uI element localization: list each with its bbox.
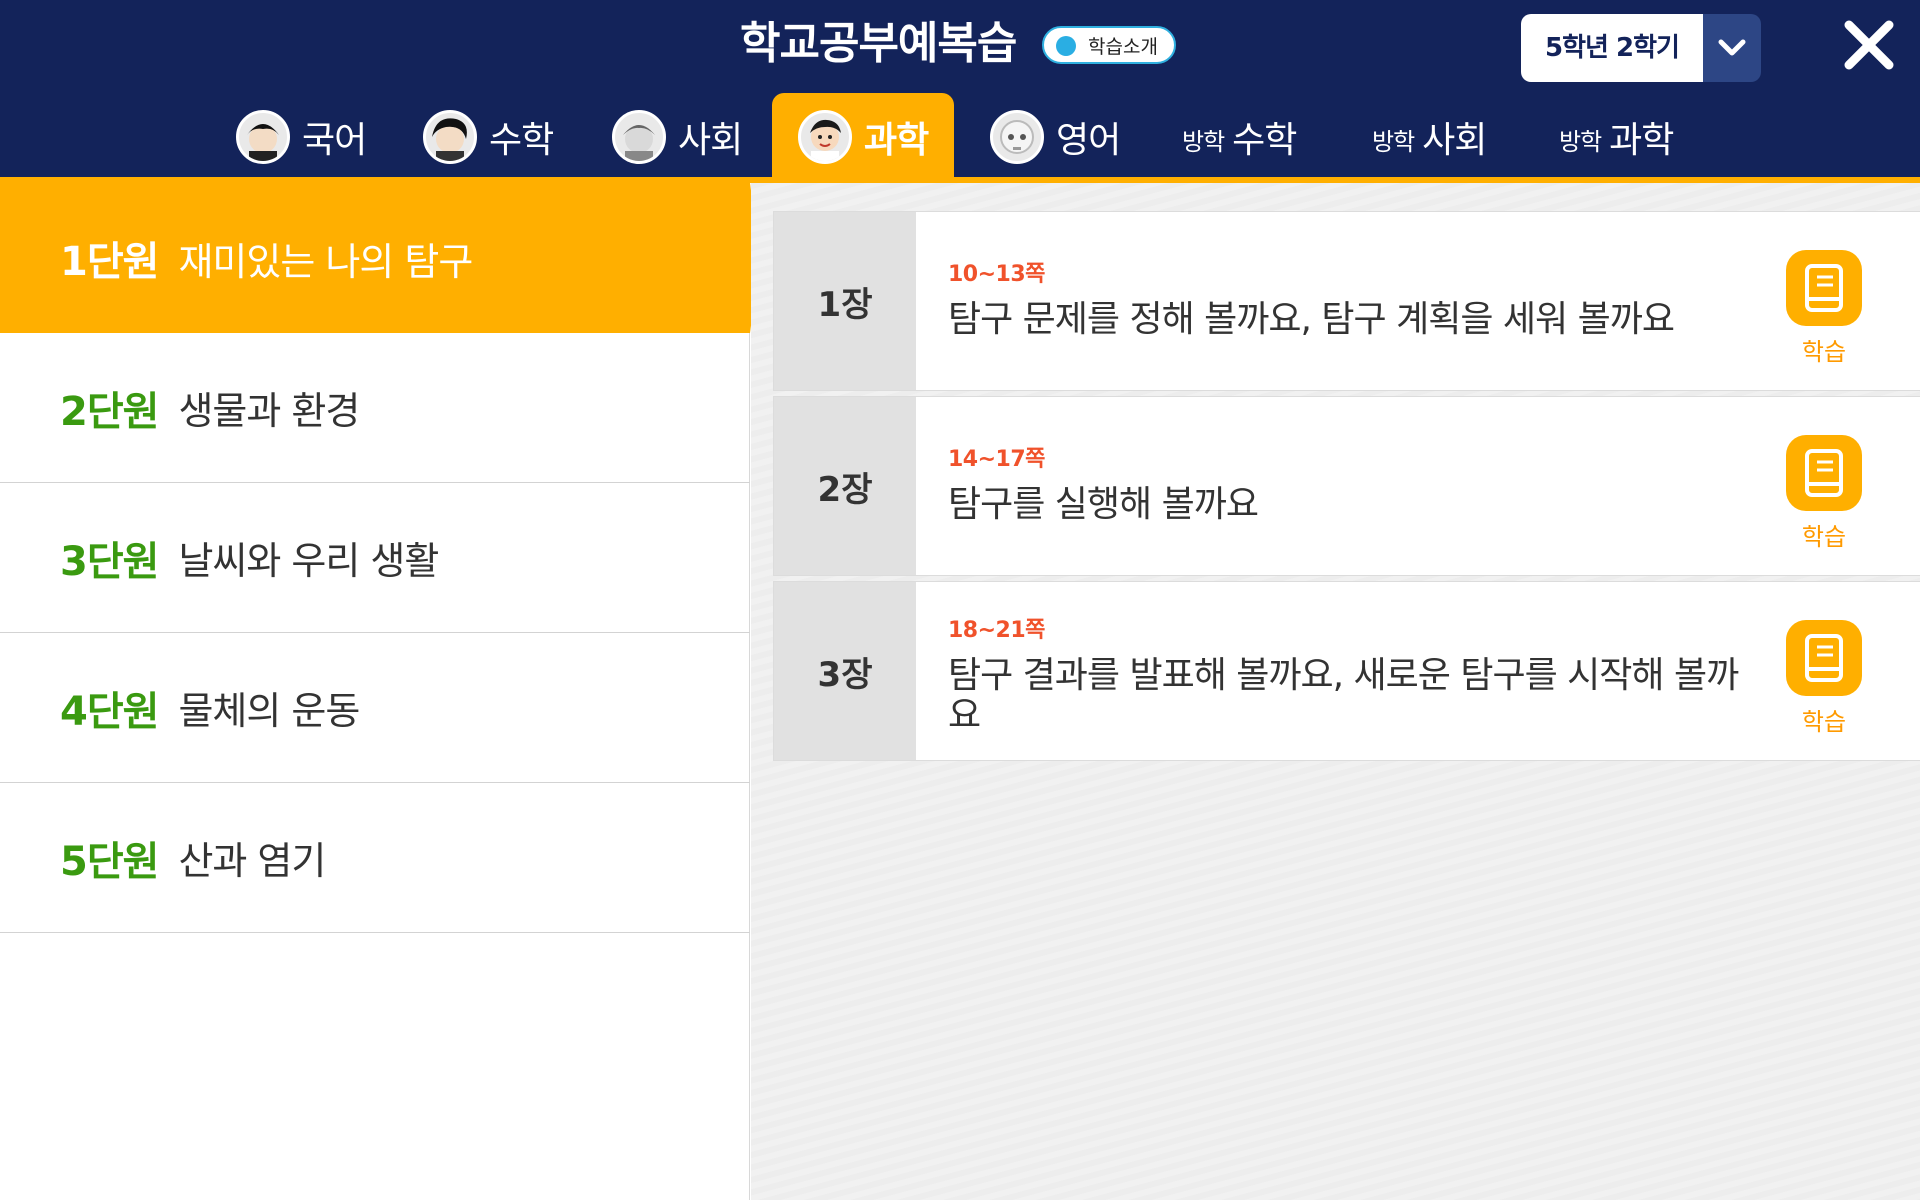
lesson-card-1: 1장 10~13쪽 탐구 문제를 정해 볼까요, 탐구 계획을 세워 볼까요 학… — [773, 211, 1920, 391]
unit-number: 1단원 — [60, 239, 159, 285]
chevron-down-icon[interactable] — [1703, 14, 1761, 82]
tab-label: 영어 — [1056, 119, 1121, 161]
unit-number: 5단원 — [60, 838, 159, 885]
app-title: 학교공부예복습 — [740, 18, 1017, 69]
unit-name: 생물과 환경 — [178, 389, 360, 433]
lesson-body: 14~17쪽 탐구를 실행해 볼까요 학습 — [916, 397, 1920, 575]
info-dot-icon — [1056, 36, 1076, 56]
lesson-card-2: 2장 14~17쪽 탐구를 실행해 볼까요 학습 — [773, 396, 1920, 576]
tab-prefix: 방학 — [1182, 128, 1225, 156]
lesson-card-3: 3장 18~21쪽 탐구 결과를 발표해 볼까요, 새로운 탐구를 시작해 볼까… — [773, 581, 1920, 761]
tab-label: 과학 — [864, 119, 929, 161]
study-label: 학습 — [1801, 523, 1847, 551]
unit-name: 날씨와 우리 생활 — [178, 539, 439, 583]
study-button[interactable]: 학습 — [1786, 620, 1862, 737]
book-icon — [1786, 435, 1862, 511]
page-range: 18~21쪽 — [948, 618, 1045, 643]
tab-social[interactable]: 사회 — [612, 93, 743, 180]
robot-avatar-icon — [990, 109, 1044, 164]
study-button[interactable]: 학습 — [1786, 435, 1862, 552]
lesson-title: 탐구 결과를 발표해 볼까요, 새로운 탐구를 시작해 볼까요 — [948, 655, 1739, 736]
science-teacher-avatar-icon — [798, 109, 852, 164]
intro-button[interactable]: 학습소개 — [1042, 26, 1176, 64]
unit-name: 물체의 운동 — [178, 689, 360, 733]
intro-label: 학습소개 — [1088, 36, 1158, 58]
unit-number: 4단원 — [60, 688, 159, 735]
grade-select-value: 5학년 2학기 — [1521, 14, 1703, 82]
lesson-body: 18~21쪽 탐구 결과를 발표해 볼까요, 새로운 탐구를 시작해 볼까요 학… — [916, 582, 1920, 760]
chapter-number: 1장 — [774, 212, 916, 390]
unit-item-4[interactable]: 4단원 물체의 운동 — [0, 633, 750, 783]
study-label: 학습 — [1801, 708, 1847, 736]
tab-label: 사회 — [678, 119, 743, 161]
tab-english[interactable]: 영어 — [990, 93, 1121, 180]
tab-prefix: 방학 — [1372, 128, 1415, 156]
chapter-number: 2장 — [774, 397, 916, 575]
close-icon[interactable] — [1838, 14, 1900, 76]
unit-name: 산과 염기 — [178, 839, 326, 883]
tab-label: 사회 — [1422, 119, 1487, 161]
tab-korean[interactable]: 국어 — [236, 93, 367, 180]
page-range: 14~17쪽 — [948, 447, 1045, 472]
tab-vacation-math[interactable]: 방학 수학 — [1182, 93, 1297, 180]
unit-number: 3단원 — [60, 538, 159, 585]
tab-vacation-social[interactable]: 방학 사회 — [1372, 93, 1487, 180]
unit-list: 1단원 재미있는 나의 탐구 2단원 생물과 환경 3단원 날씨와 우리 생활 … — [0, 183, 750, 1200]
tab-label: 과학 — [1609, 119, 1674, 161]
page-range: 10~13쪽 — [948, 262, 1045, 287]
tab-science[interactable]: 과학 — [772, 93, 955, 180]
unit-name: 재미있는 나의 탐구 — [178, 239, 473, 284]
tab-label: 수학 — [1232, 119, 1297, 161]
chapter-number: 3장 — [774, 582, 916, 760]
korean-teacher-avatar-icon — [236, 109, 290, 164]
grade-select[interactable]: 5학년 2학기 — [1521, 14, 1761, 82]
unit-item-3[interactable]: 3단원 날씨와 우리 생활 — [0, 483, 750, 633]
lesson-body: 10~13쪽 탐구 문제를 정해 볼까요, 탐구 계획을 세워 볼까요 학습 — [916, 212, 1920, 390]
unit-number: 2단원 — [60, 388, 159, 435]
tab-vacation-science[interactable]: 방학 과학 — [1559, 93, 1674, 180]
tab-label: 수학 — [489, 119, 554, 161]
unit-item-1[interactable]: 1단원 재미있는 나의 탐구 — [0, 183, 750, 333]
study-label: 학습 — [1801, 338, 1847, 366]
top-header: 학교공부예복습 학습소개 5학년 2학기 국어 수학 사회 과학 영어 방학 수… — [0, 0, 1920, 180]
study-button[interactable]: 학습 — [1786, 250, 1862, 367]
book-icon — [1786, 620, 1862, 696]
tab-label: 국어 — [302, 119, 367, 161]
lesson-title: 탐구를 실행해 볼까요 — [948, 484, 1259, 525]
unit-item-2[interactable]: 2단원 생물과 환경 — [0, 333, 750, 483]
lesson-area: 1장 10~13쪽 탐구 문제를 정해 볼까요, 탐구 계획을 세워 볼까요 학… — [751, 183, 1920, 1200]
math-teacher-avatar-icon — [423, 109, 477, 164]
lesson-title: 탐구 문제를 정해 볼까요, 탐구 계획을 세워 볼까요 — [948, 299, 1675, 340]
unit-item-5[interactable]: 5단원 산과 염기 — [0, 783, 750, 933]
book-icon — [1786, 250, 1862, 326]
social-teacher-avatar-icon — [612, 109, 666, 164]
tab-math[interactable]: 수학 — [423, 93, 554, 180]
tab-prefix: 방학 — [1559, 128, 1602, 156]
subject-tabs: 국어 수학 사회 과학 영어 방학 수학 방학 사회 방학 과학 — [0, 93, 1920, 180]
